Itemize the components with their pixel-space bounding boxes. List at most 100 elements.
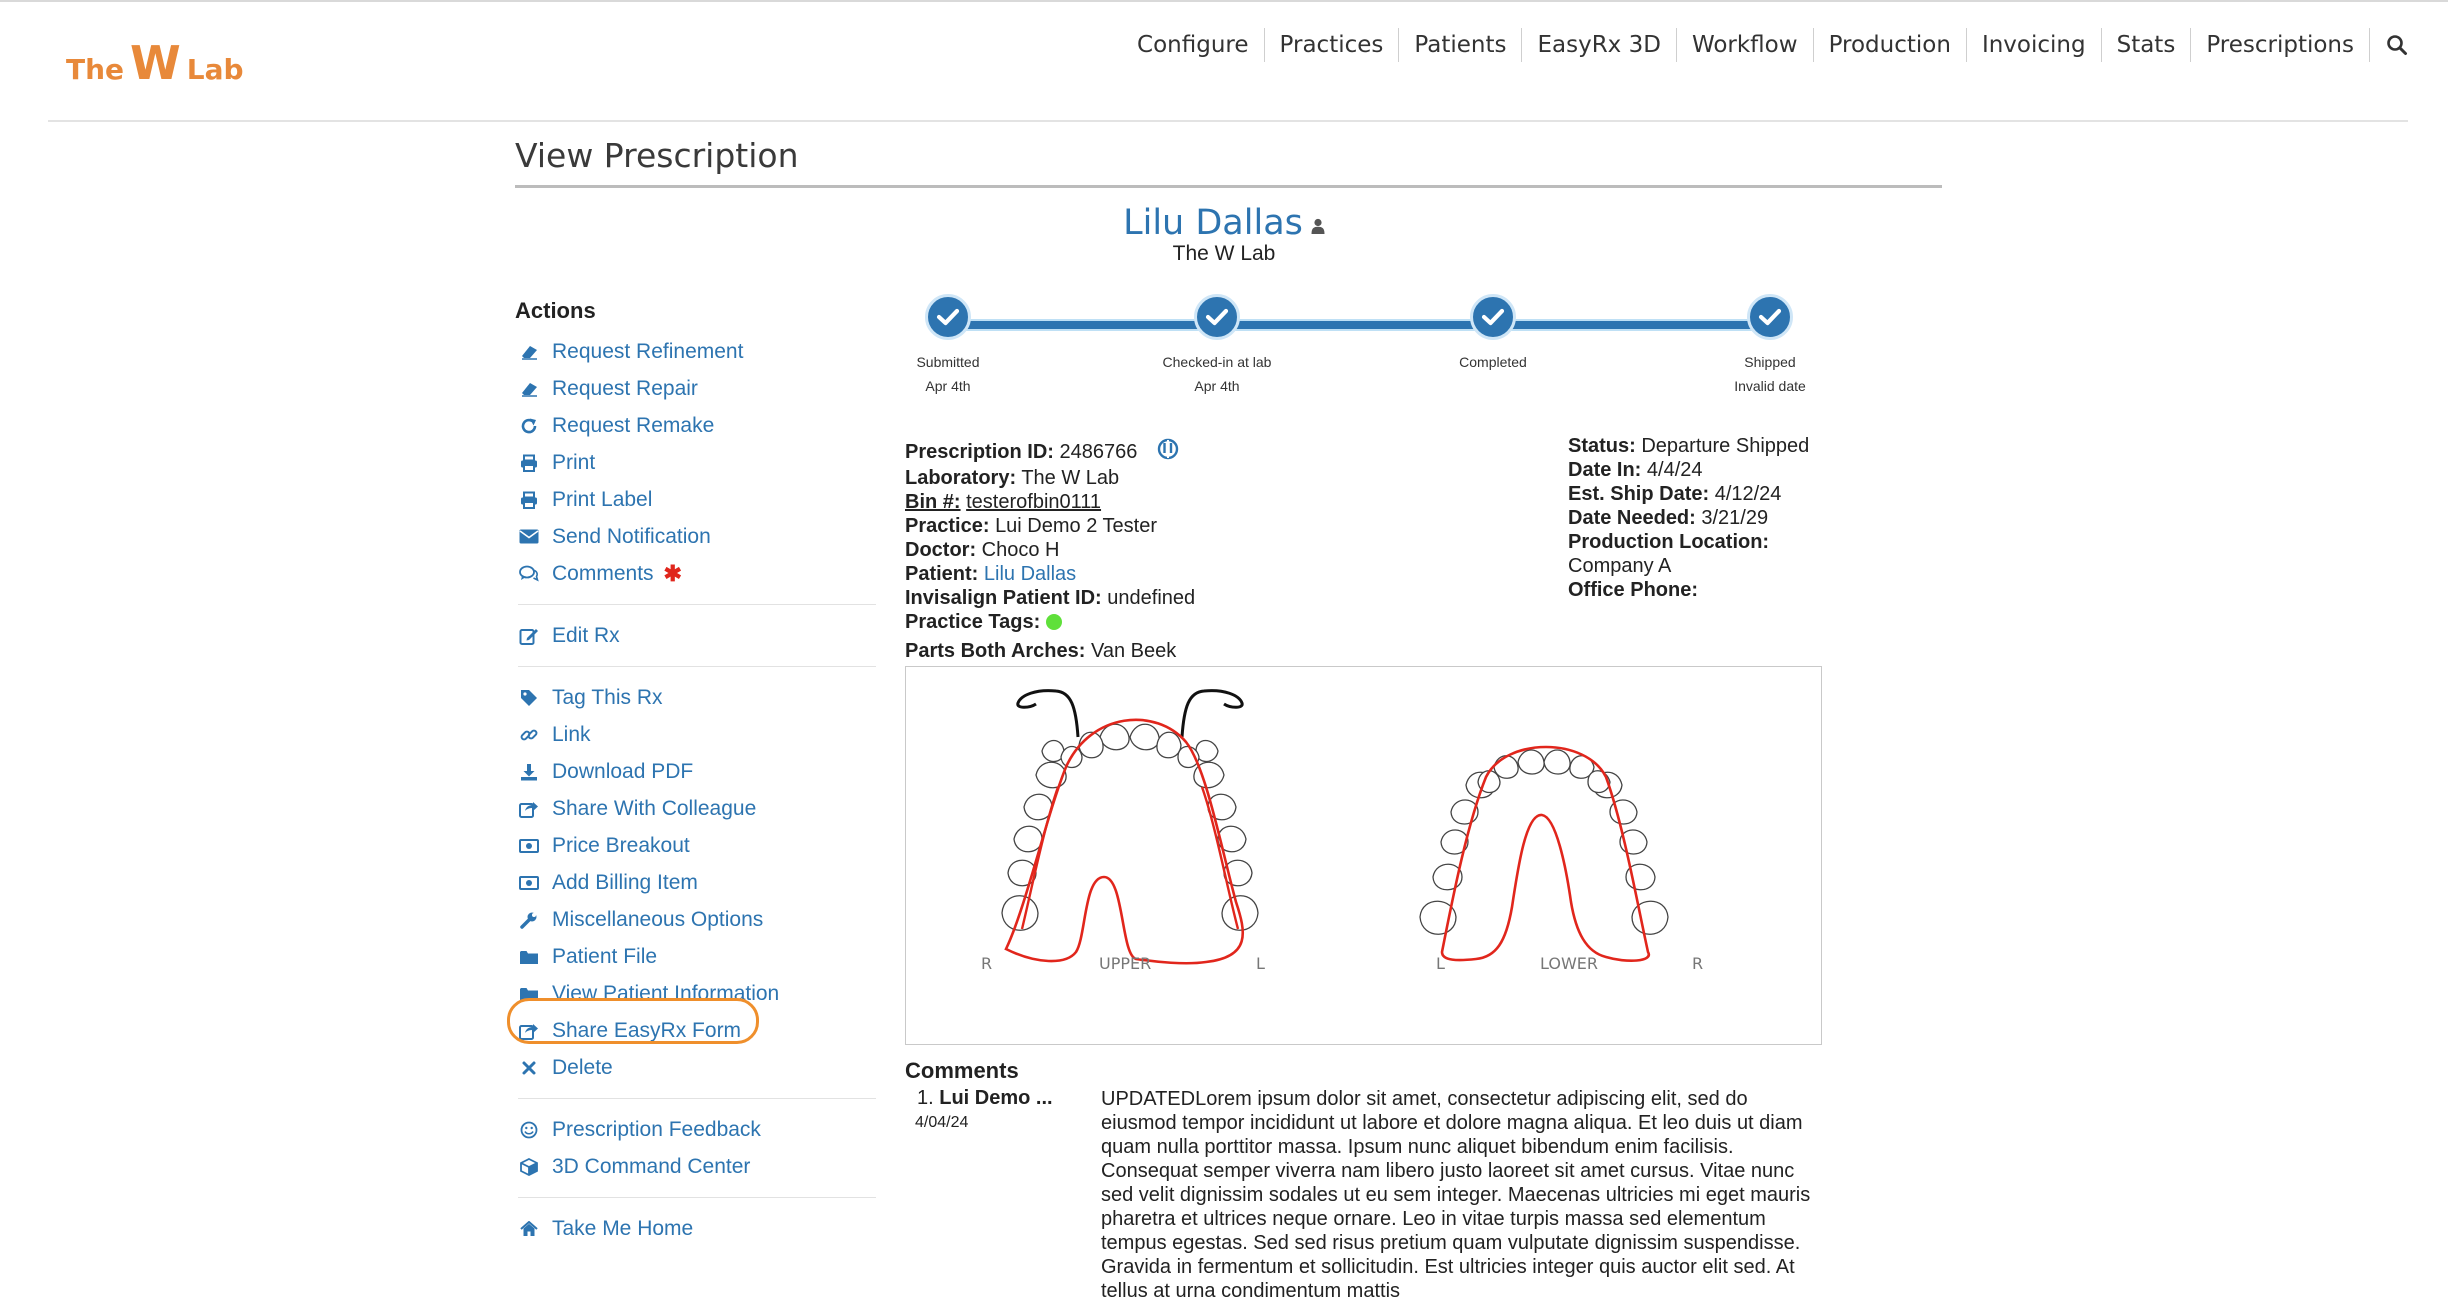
step-completed: Completed [1393, 294, 1593, 378]
actions-divider [518, 604, 876, 605]
lower-left-label: L [1436, 954, 1445, 973]
delete-button[interactable]: Delete [518, 1049, 876, 1086]
step-date: Invalid date [1734, 378, 1806, 394]
arch-diagram-svg: R UPPER L L LOWER R [981, 689, 1703, 973]
download-icon [518, 761, 540, 783]
lower-arch-label: LOWER [1540, 954, 1598, 973]
patient-file-button[interactable]: Patient File [518, 938, 876, 975]
top-border [0, 0, 2448, 2]
smile-icon [518, 1119, 540, 1141]
print-button[interactable]: Print [518, 444, 876, 481]
step-checked-in: Checked-in at lab Apr 4th [1117, 294, 1317, 394]
miscellaneous-options-button[interactable]: Miscellaneous Options [518, 901, 876, 938]
search-icon[interactable] [2370, 34, 2408, 56]
comment-author: 1. Lui Demo ... [917, 1087, 1053, 1110]
comment-text: UPDATEDLorem ipsum dolor sit amet, conse… [1101, 1088, 1811, 1302]
nav-workflow[interactable]: Workflow [1677, 28, 1814, 62]
check-icon [925, 294, 971, 340]
status-value: Departure Shipped [1641, 435, 1810, 457]
request-repair-button[interactable]: Request Repair [518, 370, 876, 407]
share-with-colleague-button[interactable]: Share With Colleague [518, 790, 876, 827]
share-easyrx-form-highlight [507, 998, 759, 1044]
add-billing-item-button[interactable]: Add Billing Item [518, 864, 876, 901]
action-label: Share With Colleague [552, 796, 757, 820]
print-label-button[interactable]: Print Label [518, 481, 876, 518]
office-phone-label: Office Phone: [1568, 579, 1699, 601]
request-refinement-button[interactable]: Request Refinement [518, 333, 876, 370]
bin-value[interactable]: testerofbin0111 [966, 491, 1101, 513]
step-date: Apr 4th [1194, 378, 1240, 394]
user-icon [1311, 218, 1325, 239]
header-divider [48, 120, 2408, 122]
practice-tags-label: Practice Tags: [905, 611, 1041, 633]
parts-label: Parts Both Arches: [905, 640, 1086, 662]
nav-easyrx-3d[interactable]: EasyRx 3D [1522, 28, 1677, 62]
price-breakout-button[interactable]: Price Breakout [518, 827, 876, 864]
page-title: View Prescription [515, 136, 799, 175]
step-label: Completed [1459, 354, 1527, 370]
download-pdf-button[interactable]: Download PDF [518, 753, 876, 790]
top-nav: Configure Practices Patients EasyRx 3D W… [1122, 28, 2408, 62]
est-ship-label: Est. Ship Date: [1568, 483, 1710, 505]
prescription-feedback-button[interactable]: Prescription Feedback [518, 1111, 876, 1148]
action-label: Delete [552, 1055, 613, 1079]
link-button[interactable]: Link [518, 716, 876, 753]
times-icon [518, 1057, 540, 1079]
doctor-label: Doctor: [905, 539, 977, 561]
invisalign-icon[interactable] [1157, 438, 1179, 466]
practice-label: Practice: [905, 515, 990, 537]
logo-text-left: The [66, 53, 125, 86]
request-remake-button[interactable]: Request Remake [518, 407, 876, 444]
print-icon [518, 452, 540, 474]
actions-title: Actions [515, 298, 596, 323]
progress-track [955, 319, 1770, 331]
nav-practices[interactable]: Practices [1265, 28, 1400, 62]
check-icon [1747, 294, 1793, 340]
patient-label: Patient: [905, 563, 979, 585]
app-logo[interactable]: The W Lab [66, 36, 244, 90]
comments-button[interactable]: Comments ✱ [518, 555, 876, 592]
invisalign-label: Invisalign Patient ID: [905, 587, 1102, 609]
edit-rx-button[interactable]: Edit Rx [518, 617, 876, 654]
patient-lab: The W Lab [1172, 242, 1276, 265]
3d-command-center-button[interactable]: 3D Command Center [518, 1148, 876, 1185]
tag-this-rx-button[interactable]: Tag This Rx [518, 679, 876, 716]
step-submitted: Submitted Apr 4th [848, 294, 1048, 394]
share-icon [518, 798, 540, 820]
action-label: Print [552, 450, 596, 474]
actions-divider [518, 1098, 876, 1099]
practice-tag-dot [1046, 614, 1063, 630]
nav-stats[interactable]: Stats [2102, 28, 2192, 62]
send-notification-button[interactable]: Send Notification [518, 518, 876, 555]
check-icon [1194, 294, 1240, 340]
patient-name-link[interactable]: Lilu Dallas [1123, 203, 1303, 243]
asterisk-icon: ✱ [663, 560, 682, 586]
upper-right-label: L [1256, 954, 1265, 973]
action-label: 3D Command Center [552, 1154, 751, 1178]
nav-configure[interactable]: Configure [1122, 28, 1265, 62]
nav-prescriptions[interactable]: Prescriptions [2191, 28, 2370, 62]
invisalign-value: undefined [1107, 587, 1196, 609]
date-in-label: Date In: [1568, 459, 1642, 481]
action-label: Tag This Rx [552, 685, 663, 709]
lower-arch: L LOWER R [1419, 745, 1703, 973]
wrench-icon [518, 909, 540, 931]
action-label: Download PDF [552, 759, 694, 783]
action-label: Request Remake [552, 413, 715, 437]
action-label: Edit Rx [552, 623, 620, 647]
eraser-icon [518, 341, 540, 363]
step-shipped: Shipped Invalid date [1670, 294, 1870, 394]
nav-production[interactable]: Production [1814, 28, 1967, 62]
check-icon [1470, 294, 1516, 340]
comments-heading: Comments [905, 1058, 1019, 1083]
patient-link[interactable]: Lilu Dallas [984, 563, 1076, 585]
money-icon [518, 835, 540, 857]
status-label: Status: [1568, 435, 1636, 457]
take-me-home-button[interactable]: Take Me Home [518, 1210, 876, 1247]
date-needed-label: Date Needed: [1568, 507, 1696, 529]
nav-patients[interactable]: Patients [1399, 28, 1523, 62]
date-in-value: 4/4/24 [1646, 459, 1703, 481]
nav-invoicing[interactable]: Invoicing [1967, 28, 2102, 62]
action-label: Patient File [552, 944, 658, 968]
tag-icon [518, 687, 540, 709]
